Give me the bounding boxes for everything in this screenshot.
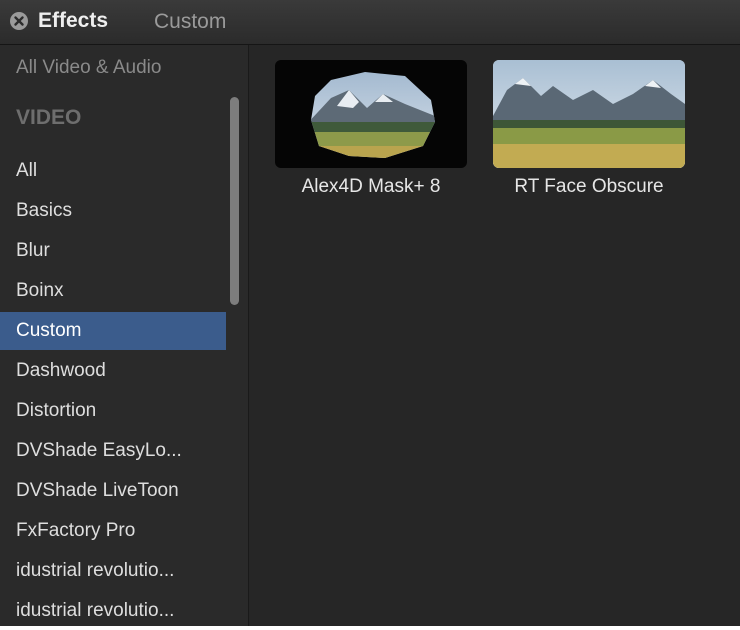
effect-label: Alex4D Mask+ 8 — [301, 176, 441, 197]
sidebar-item-basics[interactable]: Basics — [0, 192, 226, 230]
landscape-thumbnail-icon — [493, 60, 685, 168]
sidebar-item-custom[interactable]: Custom — [0, 312, 226, 350]
sidebar-item-blur[interactable]: Blur — [0, 232, 226, 270]
sidebar-item-dashwood[interactable]: Dashwood — [0, 352, 226, 390]
effects-grid: Alex4D Mask+ 8 RT Face Obscure — [249, 45, 740, 626]
sidebar-item-all[interactable]: All — [0, 152, 226, 190]
sidebar-item-idustrial-revolution-2[interactable]: idustrial revolutio... — [0, 592, 226, 630]
selected-category-label: Custom — [154, 10, 227, 33]
panel-title: Effects — [38, 9, 109, 32]
effect-label: RT Face Obscure — [514, 176, 664, 197]
sidebar-item-dvshade-livetoon[interactable]: DVShade LiveToon — [0, 472, 226, 510]
effect-tile-rt-face-obscure[interactable]: RT Face Obscure — [493, 60, 685, 210]
masked-landscape-thumbnail-icon — [275, 60, 467, 168]
sidebar-section-video: VIDEO — [16, 106, 82, 129]
close-icon[interactable] — [10, 12, 28, 30]
sidebar-item-fxfactory-pro[interactable]: FxFactory Pro — [0, 512, 226, 550]
effect-tile-alex4d-mask[interactable]: Alex4D Mask+ 8 — [275, 60, 467, 210]
effects-browser-window: Effects Custom All Video & Audio VIDEO A… — [0, 0, 740, 626]
category-sidebar: All Video & Audio VIDEO All Basics Blur … — [0, 45, 249, 626]
sidebar-item-all-video-audio[interactable]: All Video & Audio — [0, 49, 226, 87]
sidebar-item-boinx[interactable]: Boinx — [0, 272, 226, 310]
sidebar-item-distortion[interactable]: Distortion — [0, 392, 226, 430]
sidebar-item-idustrial-revolution-1[interactable]: idustrial revolutio... — [0, 552, 226, 590]
sidebar-item-dvshade-easylooks[interactable]: DVShade EasyLo... — [0, 432, 226, 470]
sidebar-scrollbar[interactable] — [230, 97, 239, 305]
titlebar: Effects Custom — [0, 0, 740, 45]
